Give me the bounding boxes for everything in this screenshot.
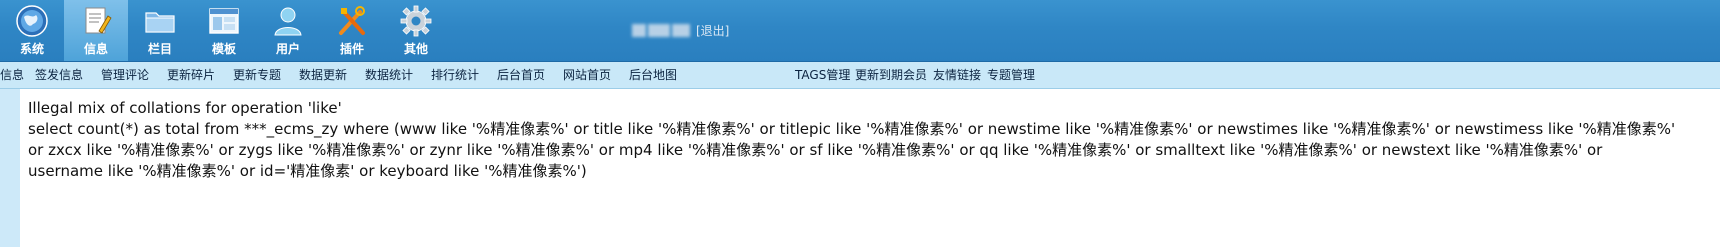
sub-nav-item[interactable]: 专题管理 [987,68,1035,82]
nav-item-template[interactable]: 模板 [192,0,256,61]
sub-nav-item[interactable]: 签发信息 [35,68,83,82]
error-message: Illegal mix of collations for operation … [28,98,1708,182]
sub-nav-item[interactable]: 后台地图 [629,68,677,82]
top-toolbar: 系统 信息 栏目 模板 用户 插件 其他 [退出] [0,0,1720,62]
nav-label: 其他 [403,42,428,56]
main-nav: 系统 信息 栏目 模板 用户 插件 其他 [0,0,448,61]
nav-label: 信息 [83,42,108,56]
left-frame-strip [0,89,20,247]
sub-nav-bar: 信息 签发信息 管理评论 更新碎片 更新专题 数据更新 数据统计 排行统计 后台… [0,62,1720,89]
sub-nav-item[interactable]: 更新专题 [233,68,281,82]
login-status: [退出] [632,22,729,39]
nav-label: 插件 [339,42,364,56]
sub-nav-item[interactable]: 友情链接 [933,68,981,82]
nav-item-info[interactable]: 信息 [64,0,128,61]
sub-nav-item[interactable]: TAGS管理 [795,68,850,82]
sub-nav-item[interactable]: 更新到期会员 [855,68,927,82]
sql-line: username like '%精准像素%' or id='精准像素' or k… [28,162,587,180]
nav-item-other[interactable]: 其他 [384,0,448,61]
redacted-username [672,24,690,37]
nav-label: 模板 [211,42,236,56]
nav-item-system[interactable]: 系统 [0,0,64,61]
redacted-username [648,24,670,37]
sql-line: select count(*) as total from ***_ecms_z… [28,120,1676,138]
nav-label: 系统 [19,42,44,56]
sql-line: or zxcx like '%精准像素%' or zygs like '%精准像… [28,141,1603,159]
user-icon [274,7,302,36]
sub-nav-item[interactable]: 信息 [0,68,24,82]
nav-item-plugins[interactable]: 插件 [320,0,384,61]
sub-nav-item[interactable]: 后台首页 [497,68,545,82]
globe-icon [16,5,48,37]
sub-nav-item[interactable]: 网站首页 [563,68,611,82]
folder-icon [145,12,175,33]
nav-label: 用户 [275,42,300,56]
nav-item-users[interactable]: 用户 [256,0,320,61]
edit-document-icon [85,7,112,34]
sub-nav-item[interactable]: 更新碎片 [167,68,215,82]
redacted-username [632,24,646,37]
sub-nav-item[interactable]: 管理评论 [101,68,149,82]
tools-icon [339,6,365,35]
sub-nav-item[interactable]: 排行统计 [431,68,479,82]
nav-label: 栏目 [147,42,172,56]
nav-item-columns[interactable]: 栏目 [128,0,192,61]
logout-link[interactable]: [退出] [696,22,729,39]
gear-icon [400,5,432,37]
sub-nav-item[interactable]: 数据统计 [365,68,413,82]
sub-nav-item[interactable]: 数据更新 [299,68,347,82]
window-template-icon [209,8,239,34]
error-title: Illegal mix of collations for operation … [28,99,342,117]
